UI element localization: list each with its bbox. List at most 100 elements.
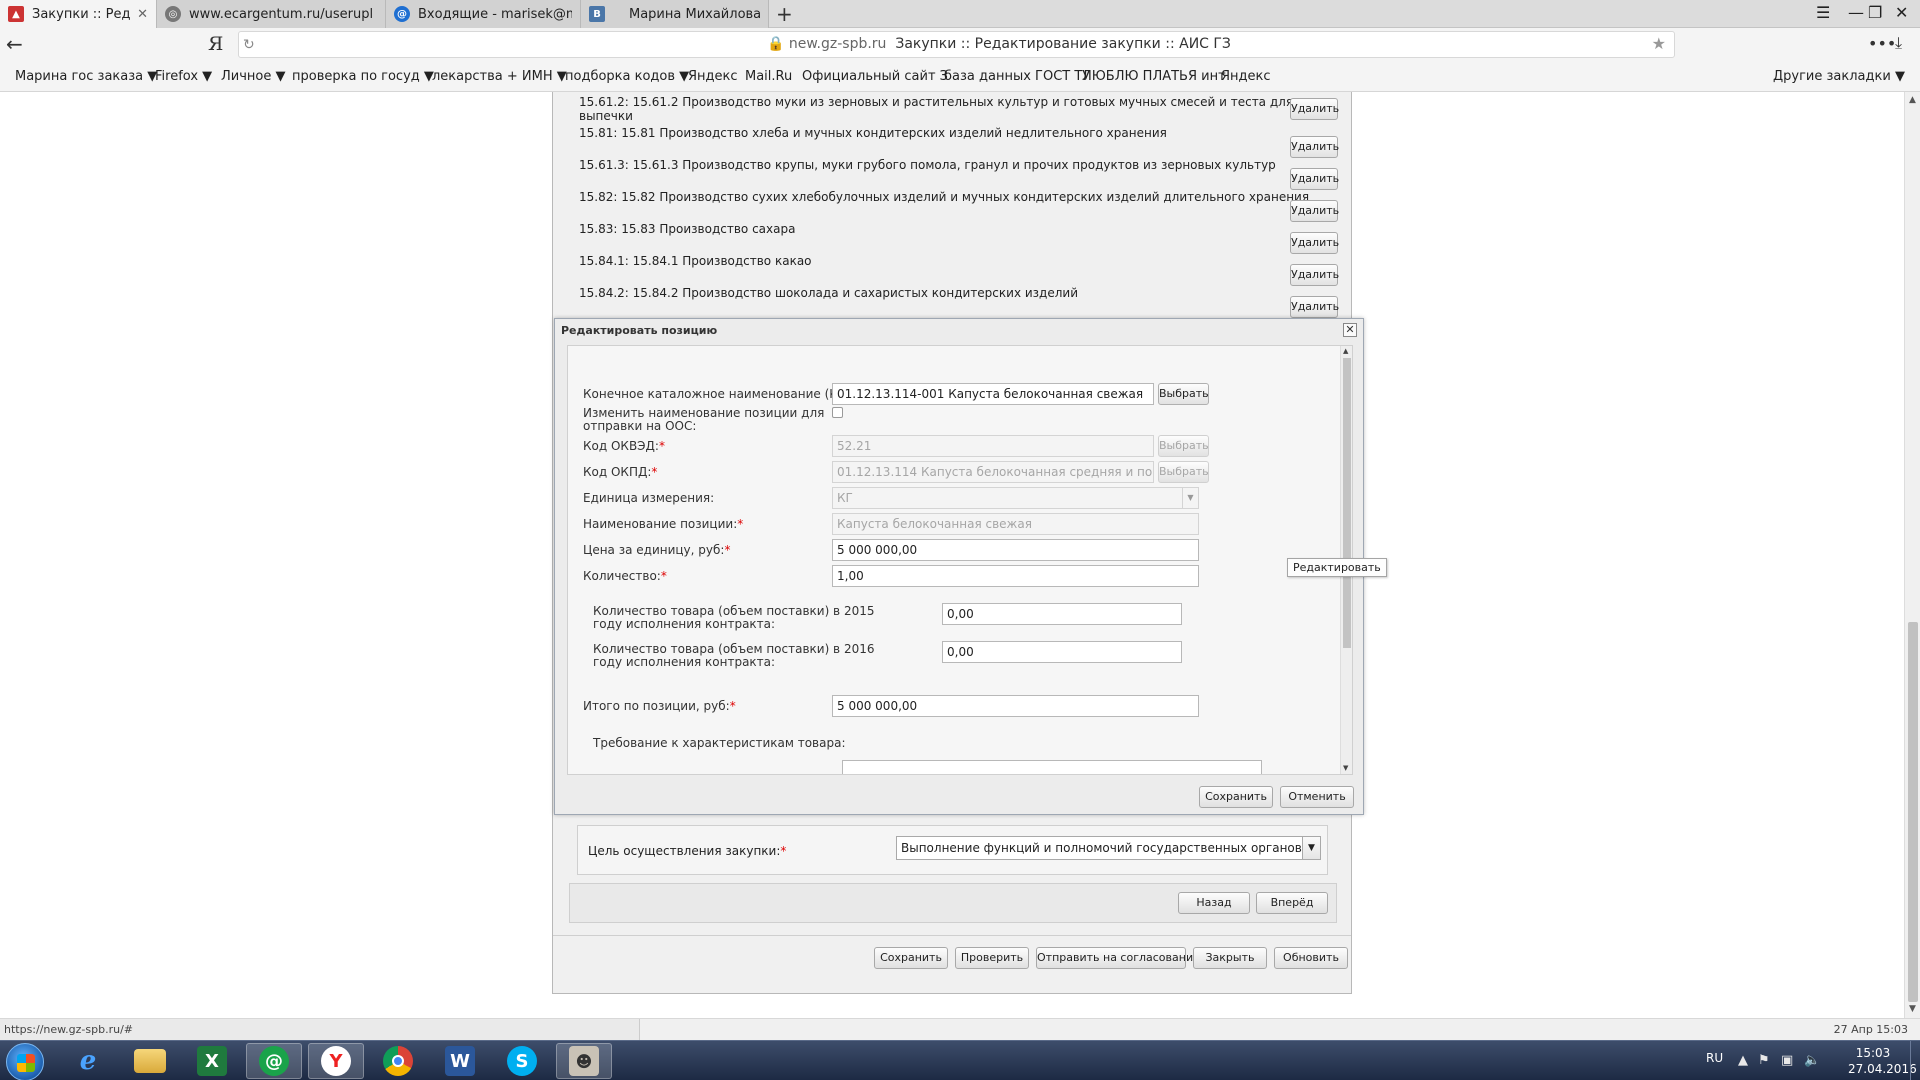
- delete-button[interactable]: Удалить: [1290, 264, 1339, 286]
- page-scrollbar[interactable]: ▲ ▼: [1904, 92, 1920, 1018]
- delete-button[interactable]: Удалить: [1290, 232, 1339, 254]
- bookmarks-bar: Марина гос заказа ▼ Firefox ▼ Личное ▼ п…: [0, 62, 1920, 92]
- bookmark-official-site[interactable]: Официальный сайт З: [802, 69, 948, 84]
- tray-expand-icon[interactable]: ▲: [1738, 1053, 1748, 1068]
- taskbar-ie[interactable]: e: [60, 1043, 116, 1079]
- close-button[interactable]: Закрыть: [1193, 947, 1267, 969]
- bookmark-proverka[interactable]: проверка по госуд ▼: [292, 69, 434, 84]
- start-button[interactable]: [6, 1043, 44, 1080]
- bookmark-other[interactable]: Другие закладки ▼: [1773, 69, 1905, 84]
- goal-select[interactable]: Выполнение функций и полномочий государс…: [896, 836, 1321, 860]
- bookmark-marina[interactable]: Марина гос заказа ▼: [15, 69, 157, 84]
- qty-field[interactable]: 1,00: [832, 565, 1199, 587]
- scroll-up-icon[interactable]: ▲: [1343, 347, 1348, 355]
- dialog-scrollbar-thumb[interactable]: [1343, 358, 1351, 648]
- new-tab-button[interactable]: +: [776, 2, 793, 26]
- back-button[interactable]: Назад: [1178, 892, 1250, 914]
- download-icon[interactable]: ⤓: [1895, 33, 1902, 53]
- kkn-label: Конечное каталожное наименование (ККН):*: [583, 387, 870, 401]
- list-item: 15.84.2: 15.84.2 Производство шоколада и…: [579, 286, 1078, 300]
- explorer-icon: [134, 1049, 166, 1073]
- flag-icon[interactable]: ⚑: [1758, 1053, 1770, 1068]
- dialog-save-button[interactable]: Сохранить: [1199, 786, 1273, 808]
- window-close-icon[interactable]: ✕: [1895, 3, 1908, 22]
- requirements-label: Требование к характеристикам товара:: [593, 736, 846, 750]
- language-indicator[interactable]: RU: [1706, 1051, 1723, 1065]
- taskbar-chrome[interactable]: [370, 1043, 426, 1079]
- tab-mail[interactable]: @ Входящие - marisek@mail.ru: [386, 0, 581, 28]
- scroll-down-icon[interactable]: ▼: [1909, 1004, 1916, 1014]
- reload-icon[interactable]: ↻: [243, 37, 263, 53]
- tab-zakupki[interactable]: ▲ Закупки :: Редактирован ✕: [0, 0, 157, 28]
- network-icon[interactable]: ▣: [1781, 1053, 1793, 1068]
- kkn-select-button[interactable]: Выбрать: [1158, 383, 1209, 405]
- taskbar-excel[interactable]: X: [184, 1043, 240, 1079]
- delete-button[interactable]: Удалить: [1290, 168, 1339, 190]
- edit-tooltip: Редактировать: [1287, 558, 1387, 577]
- save-button[interactable]: Сохранить: [874, 947, 948, 969]
- scrollbar-thumb[interactable]: [1908, 622, 1918, 1002]
- bookmark-gost[interactable]: база данных ГОСТ ТУ: [944, 69, 1090, 84]
- refresh-button[interactable]: Обновить: [1274, 947, 1348, 969]
- delete-button[interactable]: Удалить: [1290, 296, 1339, 318]
- list-item: 15.84.1: 15.84.1 Производство какао: [579, 254, 812, 268]
- close-icon[interactable]: ✕: [137, 7, 148, 22]
- forward-button[interactable]: Вперёд: [1256, 892, 1328, 914]
- url-text: 🔒 new.gz-spb.ru Закупки :: Редактировани…: [767, 36, 1231, 52]
- bookmark-platya[interactable]: ЛЮБЛЮ ПЛАТЬЯ инт: [1082, 69, 1226, 84]
- chevron-down-icon[interactable]: ▼: [1302, 837, 1320, 859]
- scroll-up-icon[interactable]: ▲: [1909, 95, 1916, 105]
- delete-button[interactable]: Удалить: [1290, 136, 1339, 158]
- browser-tab-strip: ▲ Закупки :: Редактирован ✕ ◎ www.ecarge…: [0, 0, 1920, 28]
- tab-title: Закупки :: Редактирован: [32, 6, 131, 22]
- bookmark-lekarstva[interactable]: лекарства + ИМН ▼: [432, 69, 567, 84]
- yandex-logo[interactable]: Я: [208, 33, 223, 55]
- more-menu-icon[interactable]: •••: [1868, 34, 1896, 53]
- kkn-field[interactable]: 01.12.13.114-001 Капуста белокочанная св…: [832, 383, 1154, 405]
- clock[interactable]: 15:03 27.04.2016: [1848, 1045, 1917, 1077]
- star-icon[interactable]: ★: [1652, 34, 1666, 53]
- tab-ecargentum[interactable]: ◎ www.ecargentum.ru/userupl: [157, 0, 386, 28]
- rename-checkbox[interactable]: [832, 407, 843, 418]
- hamburger-icon[interactable]: ☰: [1816, 3, 1830, 22]
- restore-icon[interactable]: ❐: [1868, 3, 1882, 22]
- price-field[interactable]: 5 000 000,00: [832, 539, 1199, 561]
- qty2015-label: Количество товара (объем поставки) в 201…: [593, 604, 875, 631]
- taskbar-word[interactable]: W: [432, 1043, 488, 1079]
- taskbar-yandex-browser[interactable]: Y: [308, 1043, 364, 1079]
- bookmark-lichnoe[interactable]: Личное ▼: [221, 69, 286, 84]
- tab-vk[interactable]: B Марина Михайлова: [581, 0, 769, 28]
- goal-value: Выполнение функций и полномочий государс…: [901, 841, 1321, 855]
- address-bar-area: ← Я ↻ 🔒 new.gz-spb.ru Закупки :: Редакти…: [0, 28, 1920, 62]
- url-field[interactable]: ↻ 🔒 new.gz-spb.ru Закупки :: Редактирова…: [238, 31, 1675, 58]
- bookmark-yandex[interactable]: Яндекс: [688, 69, 738, 84]
- check-button[interactable]: Проверить: [955, 947, 1029, 969]
- taskbar-mail-agent[interactable]: @: [246, 1043, 302, 1079]
- taskbar-app[interactable]: ☻: [556, 1043, 612, 1079]
- windows-taskbar: e X @ Y W S ☻ RU ▲ ⚑ ▣ 🔈 15:03 27.04.201…: [0, 1040, 1920, 1080]
- requirements-field[interactable]: [842, 760, 1262, 774]
- qty2015-field[interactable]: 0,00: [942, 603, 1182, 625]
- send-approval-button[interactable]: Отправить на согласование: [1036, 947, 1200, 969]
- taskbar-explorer[interactable]: [122, 1043, 178, 1079]
- name-field: Капуста белокочанная свежая: [832, 513, 1199, 535]
- close-icon[interactable]: ✕: [1343, 323, 1357, 337]
- back-arrow-icon[interactable]: ←: [6, 32, 23, 56]
- scroll-down-icon[interactable]: ▼: [1343, 764, 1348, 772]
- volume-icon[interactable]: 🔈: [1804, 1053, 1820, 1068]
- delete-button[interactable]: Удалить: [1290, 98, 1339, 120]
- dialog-cancel-button[interactable]: Отменить: [1280, 786, 1354, 808]
- wizard-nav: Назад Вперёд: [569, 883, 1337, 923]
- delete-button[interactable]: Удалить: [1290, 200, 1339, 222]
- show-desktop-button[interactable]: [1910, 1041, 1920, 1080]
- bookmark-mailru[interactable]: Mail.Ru: [745, 69, 792, 84]
- qty2016-field[interactable]: 0,00: [942, 641, 1182, 663]
- total-field[interactable]: 5 000 000,00: [832, 695, 1199, 717]
- minimize-icon[interactable]: —: [1848, 3, 1864, 22]
- bookmark-firefox[interactable]: Firefox ▼: [155, 69, 212, 84]
- bookmark-podborka[interactable]: подборка кодов ▼: [565, 69, 689, 84]
- taskbar-skype[interactable]: S: [494, 1043, 550, 1079]
- name-label: Наименование позиции:*: [583, 517, 744, 531]
- unit-label: Единица измерения:: [583, 491, 715, 505]
- bookmark-yandex-2[interactable]: Яндекс: [1221, 69, 1271, 84]
